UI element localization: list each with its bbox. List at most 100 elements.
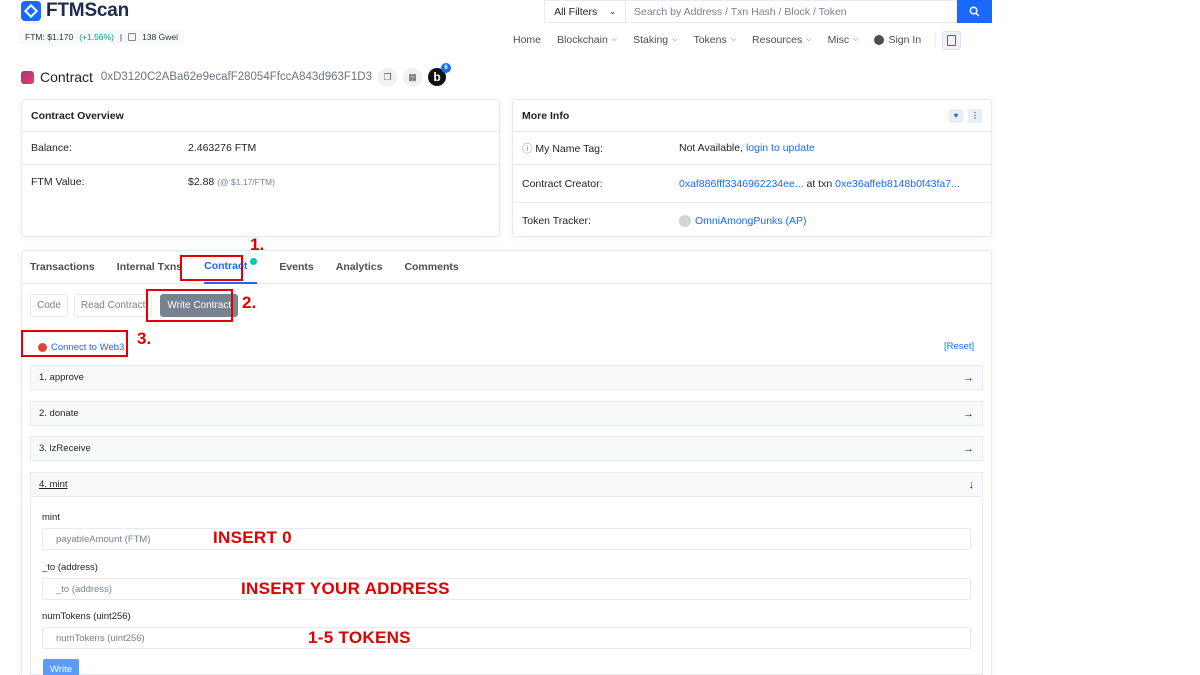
tab-events[interactable]: Events — [279, 250, 313, 284]
write-button[interactable]: Write — [43, 659, 79, 675]
favorite-button[interactable]: ♥ — [949, 108, 963, 123]
chevron-down-icon: ⌵ — [853, 36, 859, 43]
note-token-range: 1-5 TOKENS — [308, 628, 411, 647]
contract-identicon-icon — [21, 70, 34, 84]
nav-label: Tokens — [693, 34, 727, 46]
qr-code-button[interactable]: ▦ — [403, 67, 422, 87]
page-title: Contract — [40, 69, 93, 85]
function-label: 4. mint — [39, 479, 68, 490]
name-tag-label: ⓘ My Name Tag: — [522, 141, 679, 156]
creator-at-txn: at txn — [806, 177, 833, 190]
tab-analytics[interactable]: Analytics — [336, 250, 383, 284]
page-heading: Contract 0xD3120C2ABa62e9ecafF28054FfccA… — [21, 63, 451, 88]
ftmscan-logo-icon — [21, 1, 41, 21]
search-input[interactable]: Search by Address / Txn Hash / Block / T… — [625, 0, 957, 23]
verified-check-icon — [250, 258, 258, 265]
fantom-icon — [947, 34, 957, 46]
token-tracker-label: Token Tracker: — [522, 215, 591, 227]
card-header: More Info ♥ ⋮ — [513, 100, 991, 132]
search-filter-select[interactable]: All Filters ⌄ — [544, 0, 625, 23]
nav-label: Blockchain — [557, 34, 608, 46]
creator-txn-link[interactable]: 0xe36affeb8148b0f43fa7... — [835, 178, 960, 190]
token-logo-icon — [679, 215, 691, 228]
nav-label: Misc — [827, 34, 850, 46]
nav-staking[interactable]: Staking ⌵ — [625, 34, 685, 46]
step-3-label: 3. — [137, 329, 152, 348]
highlight-write-contract — [146, 289, 233, 322]
nav-divider — [935, 33, 937, 47]
nav-sign-in[interactable]: Sign In — [866, 34, 929, 46]
arrow-right-icon: → — [963, 371, 974, 384]
note-insert-zero: INSERT 0 — [213, 528, 292, 547]
step-1-label: 1. — [250, 235, 265, 254]
nav-home[interactable]: Home — [505, 34, 549, 46]
num-tokens-input[interactable]: numTokens (uint256) — [42, 627, 971, 649]
function-mint[interactable]: 4. mint ↓ — [30, 472, 983, 497]
tab-internal-txns[interactable]: Internal Txns — [117, 250, 182, 284]
heart-icon: ♥ — [953, 111, 959, 120]
arrow-down-icon: ↓ — [968, 478, 975, 491]
ftm-value-amount: $2.88 — [188, 175, 215, 188]
token-tracker-link[interactable]: OmniAmongPunks (AP) — [695, 215, 806, 227]
ftm-rate-note: (@ $1.17/FTM) — [217, 176, 275, 187]
creator-label: Contract Creator: — [522, 177, 603, 190]
num-tokens-label: numTokens (uint256) — [42, 611, 131, 622]
search-button[interactable] — [957, 0, 992, 23]
search-icon — [969, 6, 980, 17]
nav-blockchain[interactable]: Blockchain ⌵ — [549, 34, 625, 46]
chevron-down-icon: ⌄ — [609, 7, 616, 16]
function-approve[interactable]: 1. approve → — [30, 365, 983, 390]
subtab-read-contract[interactable]: Read Contract — [73, 294, 153, 317]
function-donate[interactable]: 2. donate → — [30, 401, 983, 426]
payable-amount-input[interactable]: payableAmount (FTM) — [42, 528, 971, 550]
name-tag-text: Not Available, — [679, 142, 744, 154]
arrow-right-icon: → — [963, 442, 974, 455]
nav-label: Sign In — [888, 34, 922, 46]
contract-tabs: Transactions Internal Txns Contract Even… — [21, 250, 992, 284]
card-header: Contract Overview — [22, 100, 499, 132]
card-title: Contract Overview — [31, 109, 124, 122]
blockscan-chat-button[interactable]: b 6 — [428, 63, 451, 86]
function-lzreceive[interactable]: 3. lzReceive → — [30, 436, 983, 461]
card-actions: ♥ ⋮ — [949, 108, 982, 123]
tab-label: Internal Txns — [116, 260, 183, 273]
filter-label: All Filters — [554, 5, 598, 18]
ticker-separator: | — [119, 31, 123, 42]
gas-price[interactable]: 138 Gwei — [142, 32, 178, 42]
more-options-button[interactable]: ⋮ — [968, 108, 982, 123]
step-2-label: 2. — [242, 293, 257, 312]
qr-code-icon: ▦ — [408, 71, 417, 82]
creator-row: Contract Creator: 0xaf886fff3346962234ee… — [513, 165, 991, 203]
to-address-input[interactable]: _to (address) — [42, 578, 971, 600]
tab-label: Analytics — [335, 260, 383, 273]
nav-resources[interactable]: Resources ⌵ — [744, 34, 820, 46]
balance-label: Balance: — [31, 142, 72, 154]
ftm-value-label: FTM Value: — [31, 175, 85, 188]
brand-logo[interactable]: FTMScan — [21, 0, 129, 22]
tab-label: Comments — [404, 260, 459, 273]
ftm-value-row: FTM Value: $2.88 (@ $1.17/FTM) — [22, 165, 499, 198]
arrow-right-icon: → — [963, 407, 974, 420]
name-tag-label-text: My Name Tag: — [535, 142, 603, 155]
copy-address-button[interactable]: ❐ — [378, 67, 397, 87]
brand-name: FTMScan — [46, 0, 130, 21]
ftm-value: $2.88 (@ $1.17/FTM) — [188, 176, 275, 188]
login-to-update-link[interactable]: login to update — [746, 142, 815, 154]
price-ticker: FTM: $1.170 (+1.56%) | 138 Gwei — [19, 29, 185, 44]
network-switch-button[interactable] — [942, 30, 962, 50]
balance-value: 2.463276 FTM — [188, 142, 257, 154]
creator-value: 0xaf886fff3346962234ee... at txn 0xe36af… — [679, 178, 960, 190]
blockscan-letter: b — [433, 70, 441, 84]
reset-link[interactable]: [Reset] — [944, 341, 974, 352]
nav-tokens[interactable]: Tokens ⌵ — [685, 34, 744, 46]
highlight-contract-tab — [180, 255, 243, 281]
price-change: (+1.56%) — [79, 31, 114, 42]
subtab-code[interactable]: Code — [30, 294, 68, 317]
tab-transactions[interactable]: Transactions — [30, 250, 95, 284]
nav-label: Home — [513, 34, 542, 46]
nav-misc[interactable]: Misc ⌵ — [820, 34, 867, 46]
token-tracker-value: OmniAmongPunks (AP) — [679, 215, 806, 228]
creator-address-link[interactable]: 0xaf886fff3346962234ee... — [679, 178, 804, 190]
tab-comments[interactable]: Comments — [404, 250, 458, 284]
function-label: 3. lzReceive — [39, 443, 91, 454]
